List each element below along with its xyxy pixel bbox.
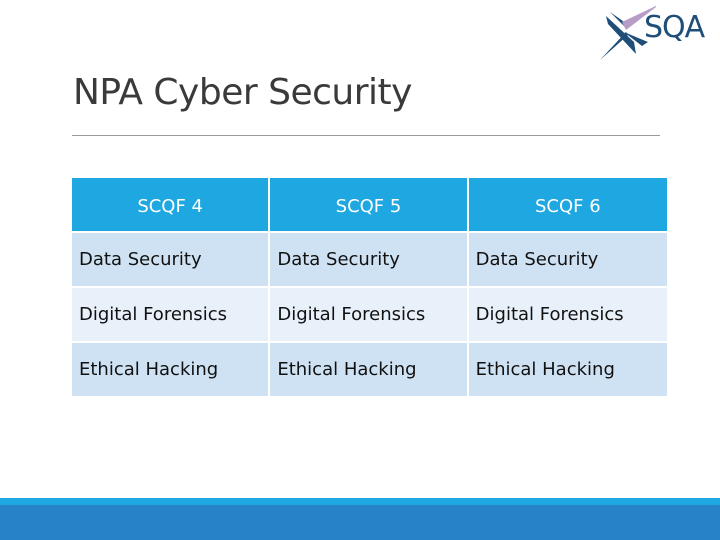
table-cell: Digital Forensics bbox=[72, 288, 271, 343]
header-scqf-4: SCQF 4 bbox=[72, 178, 271, 233]
table-cell: Data Security bbox=[270, 233, 469, 288]
table-cell: Data Security bbox=[72, 233, 271, 288]
header-scqf-5: SCQF 5 bbox=[270, 178, 469, 233]
page-title: NPA Cyber Security bbox=[73, 72, 412, 113]
table-header-row: SCQF 4 SCQF 5 SCQF 6 bbox=[72, 178, 667, 233]
footer-bar bbox=[0, 505, 720, 540]
table-cell: Digital Forensics bbox=[468, 288, 667, 343]
table-cell: Ethical Hacking bbox=[468, 343, 667, 398]
table-row: Data Security Data Security Data Securit… bbox=[72, 233, 667, 288]
logo-text: SQA bbox=[644, 10, 705, 45]
table-row: Ethical Hacking Ethical Hacking Ethical … bbox=[72, 343, 667, 398]
header-scqf-6: SCQF 6 bbox=[468, 178, 667, 233]
table-cell: Ethical Hacking bbox=[270, 343, 469, 398]
table-cell: Data Security bbox=[468, 233, 667, 288]
sqa-logo: SQA bbox=[596, 2, 720, 62]
title-divider bbox=[72, 135, 660, 136]
table-row: Digital Forensics Digital Forensics Digi… bbox=[72, 288, 667, 343]
table-cell: Ethical Hacking bbox=[72, 343, 271, 398]
qualification-table: SCQF 4 SCQF 5 SCQF 6 Data Security Data … bbox=[72, 178, 667, 398]
table-cell: Digital Forensics bbox=[270, 288, 469, 343]
